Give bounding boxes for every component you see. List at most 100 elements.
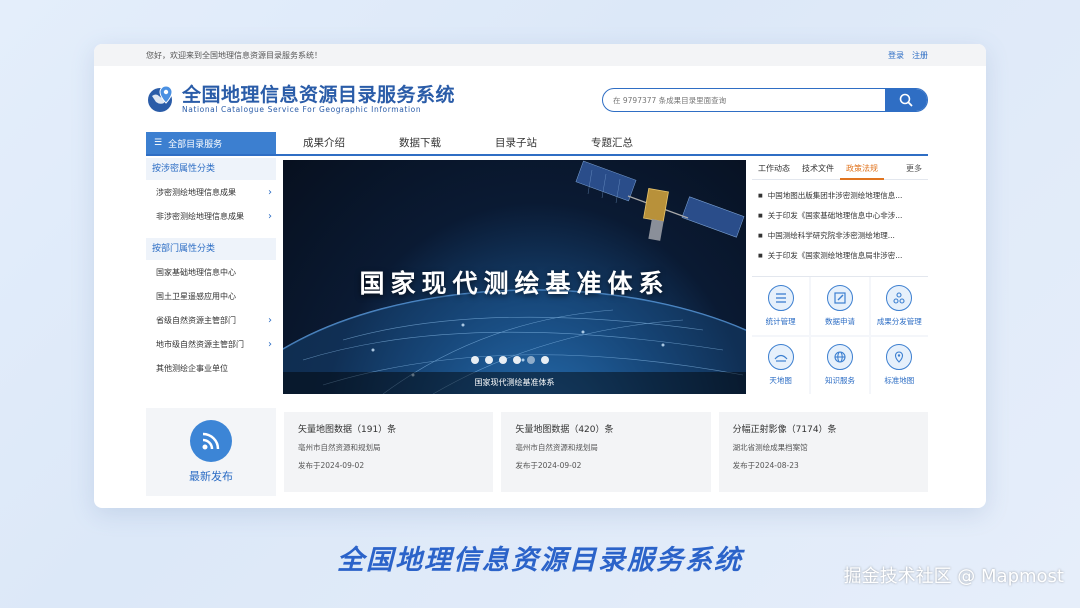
chevron-right-icon: ›: [268, 338, 272, 350]
service-label: 数据申请: [824, 316, 855, 326]
banner-title: 国家现代测绘基准体系: [359, 269, 670, 298]
search-button[interactable]: [885, 89, 927, 111]
chevron-right-icon: ›: [268, 210, 272, 222]
release-title: 矢量地图数据（420）条: [515, 425, 614, 435]
carousel-dot[interactable]: [499, 356, 507, 364]
service-standard-map[interactable]: 标准地图: [870, 336, 928, 394]
sidebar-item-provincial[interactable]: 省级自然资源主管部门 ›: [146, 308, 276, 332]
nav-all-catalog[interactable]: ☰ 全部目录服务: [146, 132, 276, 154]
service-tianditu[interactable]: 天地图: [752, 336, 810, 394]
site-subtitle: National Catalogue Service For Geographi…: [182, 104, 422, 114]
tab-work-updates[interactable]: 工作动态: [752, 158, 796, 180]
sidebar-item-municipal[interactable]: 地市级自然资源主管部门 ›: [146, 332, 276, 356]
service-label: 统计管理: [765, 316, 796, 326]
nav-topics[interactable]: 专题汇总: [564, 132, 660, 154]
news-item[interactable]: 中国地图出版集团非涉密测绘地理信息...: [758, 186, 928, 206]
nav-substations[interactable]: 目录子站: [468, 132, 564, 154]
globe-pin-icon: [148, 85, 173, 112]
release-card[interactable]: 分幅正射影像（7174）条 湖北省测绘成果档案馆 发布于2024-08-23: [718, 412, 928, 492]
sidebar-item-ngcc[interactable]: 国家基础地理信息中心: [146, 260, 276, 284]
service-distribution[interactable]: 成果分发管理: [870, 277, 928, 335]
hero-banner[interactable]: 国家现代测绘基准体系 国家现代测绘基准体系: [283, 160, 746, 394]
map-pin-icon: [886, 344, 913, 371]
sidebar-item-label: 国家基础地理信息中心: [156, 267, 236, 277]
chevron-right-icon: ›: [268, 314, 272, 326]
carousel-dot[interactable]: [527, 356, 535, 364]
sidebar-item-label: 其他测绘企事业单位: [156, 363, 228, 373]
release-title: 矢量地图数据（191）条: [298, 425, 397, 435]
service-label: 知识服务: [824, 376, 855, 386]
main-content: 按涉密属性分类 涉密测绘地理信息成果 › 非涉密测绘地理信息成果 › 按部门属性分类…: [146, 158, 928, 394]
main-nav: ☰ 全部目录服务 成果介绍 数据下载 目录子站 专题汇总: [146, 132, 928, 156]
banner-caption: 国家现代测绘基准体系: [283, 372, 746, 394]
watermark: 掘金技术社区 @ Mapmost: [843, 566, 1064, 587]
nav-download[interactable]: 数据下载: [372, 132, 468, 154]
sidebar-item-classified[interactable]: 涉密测绘地理信息成果 ›: [146, 180, 276, 204]
tianditu-logo-icon: [767, 344, 794, 371]
category-sidebar: 按涉密属性分类 涉密测绘地理信息成果 › 非涉密测绘地理信息成果 › 按部门属性分类…: [146, 158, 276, 394]
release-card[interactable]: 矢量地图数据（420）条 亳州市自然资源和规划局 发布于2024-09-02: [501, 412, 711, 492]
sidebar-item-label: 非涉密测绘地理信息成果: [156, 211, 244, 221]
tab-policies[interactable]: 政策法规: [840, 158, 884, 180]
nav-all-label: 全部目录服务: [168, 139, 223, 150]
nav-intro[interactable]: 成果介绍: [276, 132, 372, 154]
carousel-dot[interactable]: [541, 356, 549, 364]
tab-tech-docs[interactable]: 技术文件: [796, 158, 840, 180]
more-link[interactable]: 更多: [900, 158, 928, 180]
latest-releases: 最新发布 矢量地图数据（191）条 亳州市自然资源和规划局 发布于2024-09…: [146, 408, 928, 496]
register-link[interactable]: 注册: [912, 50, 928, 61]
list-icon: [767, 284, 794, 311]
login-link[interactable]: 登录: [888, 50, 904, 61]
sidebar-item-label: 省级自然资源主管部门: [156, 315, 236, 325]
release-date: 发布于2024-09-02: [515, 461, 582, 470]
service-statistics[interactable]: 统计管理: [752, 277, 810, 335]
network-icon: [886, 284, 913, 311]
welcome-text: 您好，欢迎来到全国地理信息资源目录服务系统！: [146, 50, 322, 60]
service-label: 天地图: [769, 376, 792, 386]
news-item[interactable]: 关于印发《国家基础地理信息中心非涉...: [758, 206, 928, 226]
sidebar-item-others[interactable]: 其他测绘企事业单位: [146, 356, 276, 380]
carousel-dot[interactable]: [485, 356, 493, 364]
release-org: 湖北省测绘成果档案馆: [732, 443, 808, 452]
search-input[interactable]: [603, 89, 885, 111]
sidebar-category-secrecy: 按涉密属性分类: [146, 158, 276, 180]
service-grid: 统计管理 数据申请 成果分发管理 天地图 知识服务 标准地图: [752, 276, 928, 394]
carousel-dot[interactable]: [513, 356, 521, 364]
search-icon: [899, 93, 913, 107]
service-label: 成果分发管理: [876, 316, 922, 326]
site-logo[interactable]: 全国地理信息资源目录服务系统 National Catalogue Servic…: [146, 84, 455, 114]
carousel-dots: [471, 356, 549, 364]
carousel-dot[interactable]: [471, 356, 479, 364]
chevron-right-icon: ›: [268, 186, 272, 198]
latest-release-label: 最新发布: [189, 470, 233, 483]
news-list: 中国地图出版集团非涉密测绘地理信息... 关于印发《国家基础地理信息中心非涉..…: [752, 180, 928, 266]
sidebar-item-satellite-center[interactable]: 国土卫星遥感应用中心: [146, 284, 276, 308]
edit-icon: [826, 284, 853, 311]
sidebar-category-department: 按部门属性分类: [146, 238, 276, 260]
release-org: 亳州市自然资源和规划局: [298, 443, 381, 452]
sidebar-item-label: 国土卫星遥感应用中心: [156, 291, 236, 301]
news-item[interactable]: 关于印发《国家测绘地理信息局非涉密...: [758, 246, 928, 266]
top-bar: 您好，欢迎来到全国地理信息资源目录服务系统！ 登录 注册: [94, 44, 986, 66]
news-item[interactable]: 中国测绘科学研究院非涉密测绘地理...: [758, 226, 928, 246]
service-data-request[interactable]: 数据申请: [811, 277, 869, 335]
sidebar-item-unclassified[interactable]: 非涉密测绘地理信息成果 ›: [146, 204, 276, 228]
news-panel: 工作动态 技术文件 政策法规 更多 中国地图出版集团非涉密测绘地理信息... 关…: [752, 158, 928, 394]
news-tabs: 工作动态 技术文件 政策法规 更多: [752, 158, 928, 180]
service-knowledge[interactable]: 知识服务: [811, 336, 869, 394]
latest-release-header[interactable]: 最新发布: [146, 408, 276, 496]
auth-links: 登录 注册: [888, 50, 928, 61]
rss-icon: [190, 420, 232, 462]
release-date: 发布于2024-08-23: [732, 461, 799, 470]
release-card[interactable]: 矢量地图数据（191）条 亳州市自然资源和规划局 发布于2024-09-02: [284, 412, 494, 492]
site-title: 全国地理信息资源目录服务系统: [182, 83, 456, 106]
search-bar: [602, 88, 928, 112]
globe-icon: [826, 344, 853, 371]
browser-window: 您好，欢迎来到全国地理信息资源目录服务系统！ 登录 注册 全国地理信息资源目录服…: [94, 44, 986, 508]
release-date: 发布于2024-09-02: [298, 461, 365, 470]
sidebar-item-label: 地市级自然资源主管部门: [156, 339, 244, 349]
service-label: 标准地图: [884, 376, 915, 386]
menu-icon: ☰: [154, 138, 163, 148]
site-header: 全国地理信息资源目录服务系统 National Catalogue Servic…: [94, 66, 986, 132]
release-title: 分幅正射影像（7174）条: [732, 425, 837, 435]
